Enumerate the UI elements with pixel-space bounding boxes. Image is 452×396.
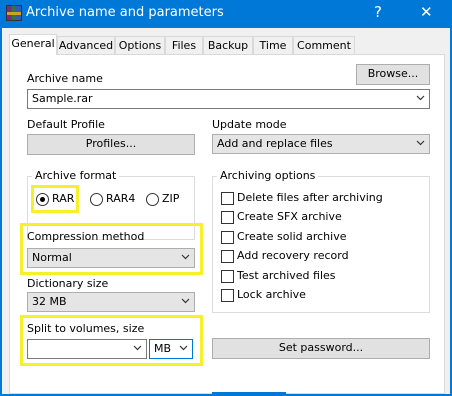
profiles-button[interactable]: Profiles... xyxy=(27,134,195,155)
tab-options[interactable]: Options xyxy=(115,36,165,54)
archive-name-value: Sample.rar xyxy=(32,92,93,105)
radio-rar4-label: RAR4 xyxy=(106,192,136,205)
dialog-body: General Advanced Options Files Backup Ti… xyxy=(2,28,450,396)
tab-backup[interactable]: Backup xyxy=(203,36,253,54)
create-solid-checkbox[interactable] xyxy=(221,231,234,244)
dictionary-size-value: 32 MB xyxy=(32,295,67,308)
highlight-split-volumes xyxy=(20,315,203,366)
lock-archive-checkbox[interactable] xyxy=(221,289,234,302)
update-mode-select[interactable]: Add and replace files xyxy=(212,134,430,154)
radio-zip[interactable] xyxy=(146,193,159,206)
update-mode-label: Update mode xyxy=(212,118,287,131)
window-title: Archive name and parameters xyxy=(26,5,224,20)
general-tab-page: Archive name Browse... Sample.rar Defaul… xyxy=(9,54,445,394)
close-button[interactable]: ✕ xyxy=(420,3,433,21)
radio-zip-label: ZIP xyxy=(162,192,180,205)
tab-time[interactable]: Time xyxy=(253,36,293,54)
archive-name-input[interactable]: Sample.rar xyxy=(27,89,430,109)
browse-button[interactable]: Browse... xyxy=(356,64,430,85)
archive-format-title: Archive format xyxy=(32,169,120,182)
add-recovery-checkbox[interactable] xyxy=(221,250,234,263)
ok-button-edge[interactable] xyxy=(212,392,286,396)
help-button[interactable]: ? xyxy=(374,3,382,21)
tab-comment[interactable]: Comment xyxy=(293,36,355,54)
test-archived-checkbox[interactable] xyxy=(221,270,234,283)
chevron-down-icon xyxy=(181,298,190,304)
delete-files-checkbox[interactable] xyxy=(221,192,234,205)
lock-archive-label: Lock archive xyxy=(237,288,306,301)
highlight-compression-method xyxy=(20,223,203,275)
create-sfx-label: Create SFX archive xyxy=(237,210,342,223)
archiving-options-title: Archiving options xyxy=(217,169,319,182)
delete-files-label: Delete files after archiving xyxy=(237,191,383,204)
chevron-down-icon xyxy=(416,140,425,146)
tab-general[interactable]: General xyxy=(9,34,57,55)
update-mode-value: Add and replace files xyxy=(217,137,333,150)
radio-rar4[interactable] xyxy=(90,193,103,206)
default-profile-label: Default Profile xyxy=(27,118,105,131)
tab-files[interactable]: Files xyxy=(165,36,203,54)
chevron-down-icon xyxy=(416,95,425,101)
title-bar: Archive name and parameters ? ✕ xyxy=(0,0,452,28)
set-password-button[interactable]: Set password... xyxy=(212,338,430,359)
archive-name-label: Archive name xyxy=(27,72,103,85)
tab-advanced[interactable]: Advanced xyxy=(57,36,115,54)
highlight-rar-option xyxy=(31,185,79,213)
winrar-app-icon xyxy=(6,5,22,21)
create-solid-label: Create solid archive xyxy=(237,230,347,243)
test-archived-label: Test archived files xyxy=(237,269,336,282)
dictionary-size-select[interactable]: 32 MB xyxy=(27,292,195,312)
dictionary-size-label: Dictionary size xyxy=(27,277,109,290)
add-recovery-label: Add recovery record xyxy=(237,249,349,262)
create-sfx-checkbox[interactable] xyxy=(221,211,234,224)
